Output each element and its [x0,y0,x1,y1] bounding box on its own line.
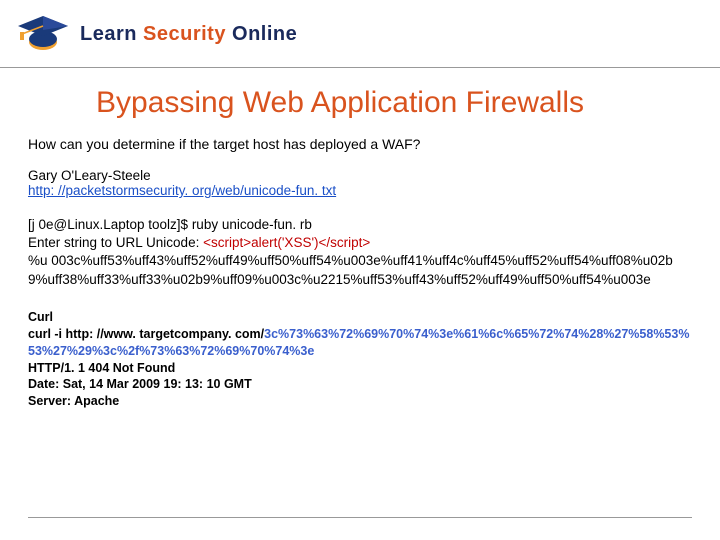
curl-response-server: Server: Apache [28,393,692,410]
curl-block: Curl curl -i http: //www. targetcompany.… [28,309,692,410]
brand-text: Learn Security Online [80,23,297,46]
author-name: Gary O'Leary-Steele [28,168,692,183]
curl-heading: Curl [28,309,692,326]
terminal-input-payload: <script>alert('XSS')</script> [203,235,370,250]
curl-command: curl -i http: //www. targetcompany. com/… [28,326,692,360]
slide-subtitle: How can you determine if the target host… [28,136,692,152]
slide-title: Bypassing Web Application Firewalls [96,86,692,120]
mortarboard-icon [16,12,70,57]
terminal-line-1: [j 0e@Linux.Laptop toolz]$ ruby unicode-… [28,216,692,234]
slide-body: Bypassing Web Application Firewalls How … [0,68,720,410]
slide-header: Learn Security Online [0,0,720,68]
footer-divider [28,517,692,518]
terminal-prompt-label: Enter string to URL Unicode: [28,235,203,250]
curl-response-status: HTTP/1. 1 404 Not Found [28,360,692,377]
reference-link[interactable]: http: //packetstormsecurity. org/web/uni… [28,183,692,198]
brand-logo: Learn Security Online [16,12,297,57]
terminal-line-2: Enter string to URL Unicode: <script>ale… [28,234,692,252]
terminal-output: %u 003c%uff53%uff43%uff52%uff49%uff50%uf… [28,252,692,288]
brand-word-1: Learn [80,23,137,45]
terminal-block: [j 0e@Linux.Laptop toolz]$ ruby unicode-… [28,216,692,289]
curl-response-date: Date: Sat, 14 Mar 2009 19: 13: 10 GMT [28,376,692,393]
brand-word-3: Online [232,23,297,45]
curl-command-prefix: curl -i http: //www. targetcompany. com/ [28,327,264,341]
brand-word-2: Security [143,23,226,45]
